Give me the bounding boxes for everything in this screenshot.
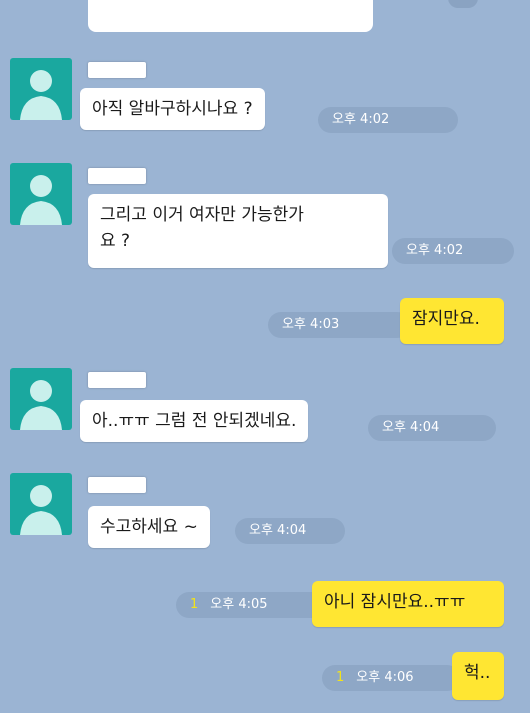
sender-name-redacted [88,372,146,388]
message-bubble-received: 아직 알바구하시나요 ? [80,88,265,130]
sender-name-redacted [88,62,146,78]
message-bubble-received: 수고하세요 ~ [88,506,210,548]
unread-count: 1 [190,597,199,612]
message-timestamp: 오후 4:03 [268,312,410,338]
time-text: 오후 4:04 [382,420,440,435]
message-timestamp: 1 오후 4:05 [176,592,324,618]
message-bubble-sent: 헉.. [452,652,504,700]
person-silhouette-icon [20,70,62,120]
message-bubble-received: 그리고 이거 여자만 가능한가 요 ? [88,194,388,268]
message-timestamp: 오후 4:04 [235,518,345,544]
time-text: 오후 4:05 [210,597,268,612]
message-timestamp: 오후 4:02 [318,107,458,133]
person-silhouette-icon [20,175,62,225]
sender-name-redacted [88,477,146,493]
person-silhouette-icon [20,380,62,430]
time-text: 오후 4:02 [406,243,464,258]
sender-avatar[interactable] [10,368,72,430]
message-timestamp: 1 오후 4:06 [322,665,460,691]
time-text: 오후 4:04 [249,523,307,538]
message-timestamp: 오후 4:04 [368,415,496,441]
sender-avatar[interactable] [10,473,72,535]
unread-count: 1 [336,670,345,685]
sender-avatar[interactable] [10,58,72,120]
time-text: 오후 4:02 [332,112,390,127]
message-bubble-sent: 아니 잠시만요..ㅠㅠ [312,581,504,627]
message-timestamp: 오후 4:02 [392,238,514,264]
time-text: 오후 4:03 [282,317,340,332]
chat-area[interactable]: 아직 알바구하시나요 ? 오후 4:02 그리고 이거 여자만 가능한가 요 ?… [0,0,530,713]
sender-avatar[interactable] [10,163,72,225]
message-bubble-sent: 잠지만요. [400,298,504,344]
previous-message-bubble [88,0,373,32]
message-bubble-received: 아..ㅠㅠ 그럼 전 안되겠네요. [80,400,309,442]
sender-name-redacted [88,168,146,184]
person-silhouette-icon [20,485,62,535]
time-text: 오후 4:06 [356,670,414,685]
scroll-indicator[interactable] [448,0,478,8]
